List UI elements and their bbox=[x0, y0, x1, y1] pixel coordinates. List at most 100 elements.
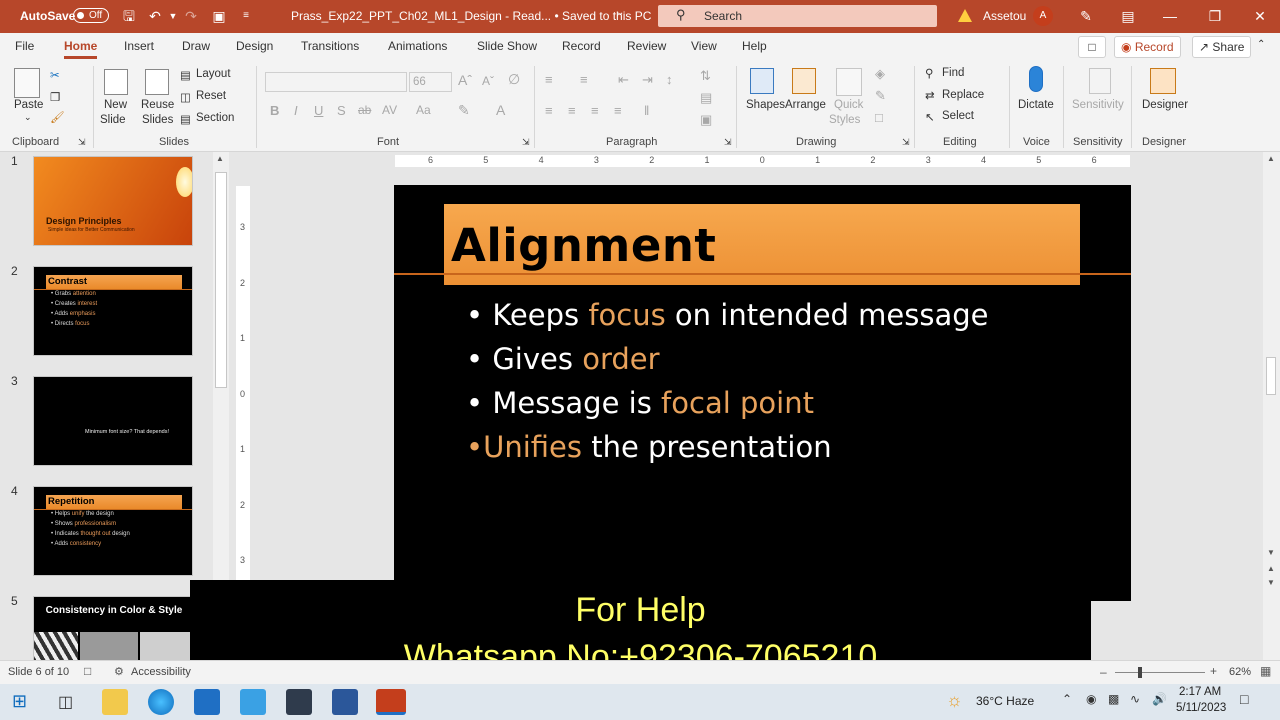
thumbnail-scrollbar[interactable]: ▲ bbox=[213, 152, 229, 580]
clock-time[interactable]: 2:17 AM bbox=[1179, 686, 1221, 698]
tray-chevron-icon[interactable]: ⌃ bbox=[1062, 692, 1072, 706]
font-color-icon[interactable]: A bbox=[496, 102, 505, 118]
cut-icon[interactable]: ✂ bbox=[50, 68, 60, 82]
layout-icon[interactable]: ▤ bbox=[180, 68, 191, 82]
tray-icon[interactable]: ◉ bbox=[1086, 692, 1096, 706]
clock-date[interactable]: 5/11/2023 bbox=[1176, 702, 1226, 714]
paste-dropdown-icon[interactable]: ⌄ bbox=[24, 112, 32, 123]
font-launcher-icon[interactable]: ⇲ bbox=[522, 137, 530, 148]
present-icon[interactable]: ▣ bbox=[209, 6, 229, 26]
slide-thumbnail-1[interactable]: Design Principles Simple ideas for Bette… bbox=[33, 156, 193, 246]
scroll-thumb[interactable] bbox=[215, 172, 227, 388]
word-icon[interactable] bbox=[332, 689, 358, 715]
format-painter-icon[interactable]: 🖌 bbox=[50, 110, 65, 124]
tab-record[interactable]: Record bbox=[562, 39, 601, 53]
restore-icon[interactable]: ❐ bbox=[1205, 6, 1225, 26]
bullet-1[interactable]: • Keeps focus on intended message bbox=[466, 298, 989, 332]
quick-styles-label-2[interactable]: Styles bbox=[829, 114, 860, 126]
slide-thumbnail-5[interactable]: Consistency in Color & Style bbox=[33, 596, 193, 666]
dictate-label[interactable]: Dictate bbox=[1018, 99, 1054, 111]
avatar[interactable]: A bbox=[1033, 6, 1053, 26]
paste-label[interactable]: Paste bbox=[14, 99, 43, 111]
microphone-icon[interactable] bbox=[1029, 66, 1043, 92]
windows-start-icon[interactable]: ⊞ bbox=[12, 691, 27, 712]
increase-font-icon[interactable]: Aˆ bbox=[458, 72, 472, 88]
find-icon[interactable]: ⚲ bbox=[925, 66, 933, 80]
new-slide-icon[interactable] bbox=[104, 69, 128, 95]
autosave-toggle[interactable]: Off bbox=[73, 8, 109, 23]
accessibility-label[interactable]: Accessibility bbox=[131, 666, 191, 678]
next-slide-icon[interactable]: ▼ bbox=[1267, 578, 1275, 587]
highlight-icon[interactable]: ✎ bbox=[458, 102, 470, 119]
zoom-in-icon[interactable]: + bbox=[1210, 664, 1217, 678]
ribbon-display-icon[interactable]: ▤ bbox=[1118, 6, 1138, 26]
warning-icon[interactable] bbox=[958, 9, 972, 22]
change-case-icon[interactable]: Aa bbox=[416, 103, 431, 117]
wifi-icon[interactable]: ∿ bbox=[1130, 692, 1140, 706]
tab-view[interactable]: View bbox=[691, 39, 717, 53]
reset-icon[interactable]: ◫ bbox=[180, 90, 191, 104]
zoom-out-icon[interactable]: – bbox=[1100, 665, 1107, 679]
notifications-icon[interactable]: □ bbox=[1240, 691, 1248, 707]
tab-insert[interactable]: Insert bbox=[124, 39, 154, 53]
slide-thumbnail-3[interactable]: Minimum font size? That depends! bbox=[33, 376, 193, 466]
tab-design[interactable]: Design bbox=[236, 39, 273, 53]
zoom-slider-thumb[interactable] bbox=[1138, 667, 1142, 678]
document-title[interactable]: Prass_Exp22_PPT_Ch02_ML1_Design - Read..… bbox=[291, 9, 651, 23]
chevron-down-icon[interactable]: ⌄ bbox=[616, 7, 624, 18]
scroll-down-icon[interactable]: ▼ bbox=[1267, 548, 1275, 557]
slide-thumbnail-2[interactable]: Contrast • Grabs attention • Creates int… bbox=[33, 266, 193, 356]
clipboard-launcher-icon[interactable]: ⇲ bbox=[78, 137, 86, 148]
find-button[interactable]: Find bbox=[942, 67, 964, 79]
fit-slide-icon[interactable]: ▦ bbox=[1260, 664, 1271, 678]
designer-icon[interactable] bbox=[1150, 68, 1176, 94]
select-button[interactable]: Select bbox=[942, 110, 974, 122]
collapse-ribbon-icon[interactable]: ⌃ bbox=[1257, 39, 1265, 50]
bullet-4[interactable]: •Unifies the presentation bbox=[466, 430, 832, 464]
bullets-icon[interactable]: ≡ bbox=[545, 72, 553, 87]
shadow-icon[interactable]: S bbox=[337, 103, 346, 118]
close-icon[interactable]: ✕ bbox=[1250, 6, 1270, 26]
align-right-icon[interactable]: ≡ bbox=[591, 103, 599, 118]
sensitivity-icon[interactable] bbox=[1089, 68, 1111, 94]
accessibility-icon[interactable]: ⚙ bbox=[114, 665, 124, 678]
record-button[interactable]: ◉ Record bbox=[1114, 36, 1181, 58]
columns-icon[interactable]: ‖ bbox=[644, 103, 649, 118]
quick-styles-icon[interactable] bbox=[836, 68, 862, 96]
pen-icon[interactable]: ✎ bbox=[1076, 6, 1096, 26]
tab-review[interactable]: Review bbox=[627, 39, 666, 53]
designer-label[interactable]: Designer bbox=[1142, 99, 1188, 111]
layout-button[interactable]: Layout bbox=[196, 68, 231, 80]
decrease-indent-icon[interactable]: ⇤ bbox=[618, 72, 629, 88]
save-icon[interactable]: 🖫 bbox=[119, 6, 139, 26]
search-box[interactable]: ⚲ Search bbox=[658, 5, 937, 27]
section-icon[interactable]: ▤ bbox=[180, 112, 191, 126]
line-spacing-icon[interactable]: ↕ bbox=[666, 72, 673, 87]
smartart-icon[interactable]: ▣ bbox=[700, 112, 712, 128]
align-center-icon[interactable]: ≡ bbox=[568, 103, 576, 118]
text-direction-icon[interactable]: ⇅ bbox=[700, 68, 711, 84]
reuse-slides-label-1[interactable]: Reuse bbox=[141, 99, 174, 111]
tab-animations[interactable]: Animations bbox=[388, 39, 447, 53]
tab-home[interactable]: Home bbox=[64, 39, 98, 59]
new-slide-label-2[interactable]: Slide bbox=[100, 114, 126, 126]
align-text-icon[interactable]: ▤ bbox=[700, 90, 712, 106]
reset-button[interactable]: Reset bbox=[196, 90, 226, 102]
share-button[interactable]: ↗ Share bbox=[1192, 36, 1252, 58]
tab-slide-show[interactable]: Slide Show bbox=[477, 39, 537, 53]
replace-button[interactable]: Replace bbox=[942, 89, 984, 101]
font-size-box[interactable]: 66 bbox=[409, 72, 452, 92]
copy-icon[interactable]: ❐ bbox=[50, 90, 60, 104]
store-icon[interactable] bbox=[194, 689, 220, 715]
increase-indent-icon[interactable]: ⇥ bbox=[642, 72, 653, 88]
quick-styles-label-1[interactable]: Quick bbox=[834, 99, 863, 111]
volume-icon[interactable]: 🔊 bbox=[1152, 692, 1167, 706]
zoom-level[interactable]: 62% bbox=[1229, 666, 1251, 678]
scroll-up-icon[interactable]: ▲ bbox=[216, 154, 224, 163]
previous-slide-icon[interactable]: ▲ bbox=[1267, 564, 1275, 573]
tab-file[interactable]: File bbox=[15, 39, 34, 53]
slide-title[interactable]: Alignment bbox=[451, 219, 716, 272]
arrange-label[interactable]: Arrange bbox=[785, 99, 826, 111]
paragraph-launcher-icon[interactable]: ⇲ bbox=[724, 137, 732, 148]
slide-thumbnail-4[interactable]: Repetition • Helps unify the design • Sh… bbox=[33, 486, 193, 576]
